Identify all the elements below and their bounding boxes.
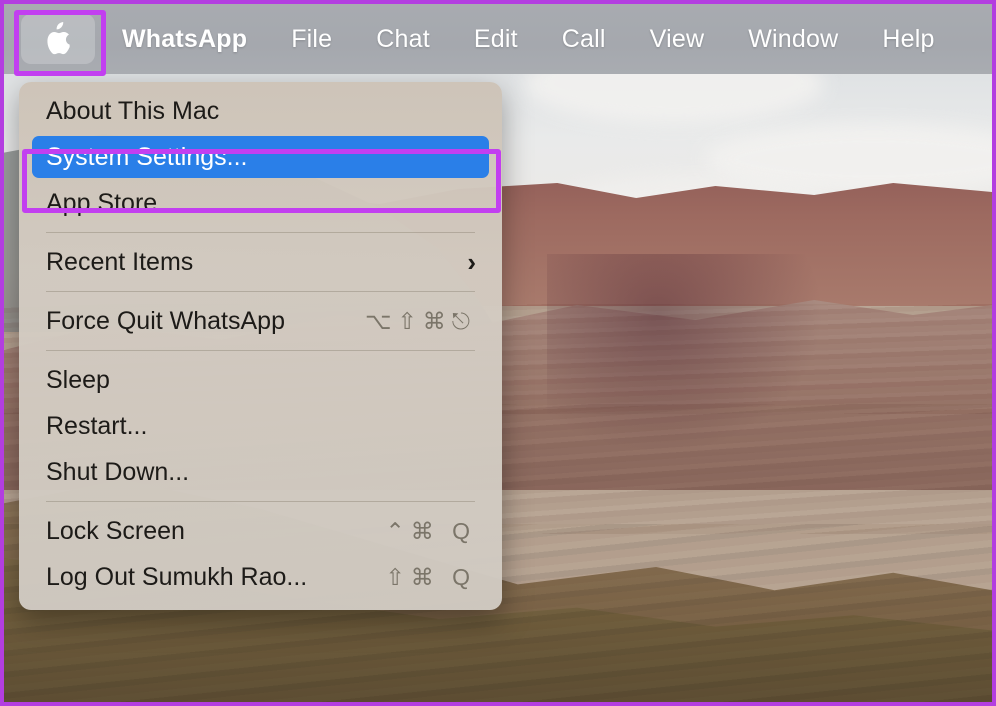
menu-item-shortcut: ⌥⇧⌘⎋ xyxy=(365,308,482,335)
apple-logo-icon xyxy=(43,22,73,56)
menu-item-system-settings[interactable]: System Settings... xyxy=(19,134,502,180)
menu-item-label: Restart... xyxy=(46,412,482,441)
menu-item-shortcut: ⇧⌘ Q xyxy=(385,564,482,591)
menu-item-label: Lock Screen xyxy=(46,517,385,546)
menu-item-recent-items[interactable]: Recent Items › xyxy=(19,239,502,285)
menu-separator xyxy=(46,501,475,502)
chevron-right-icon: › xyxy=(467,247,482,278)
apple-dropdown-menu: About This Mac System Settings... App St… xyxy=(19,82,502,610)
menu-separator xyxy=(46,291,475,292)
menu-item-shortcut: ⌃⌘ Q xyxy=(385,518,482,545)
menu-bar-item-file[interactable]: File xyxy=(269,21,354,58)
menu-bar-item-help[interactable]: Help xyxy=(860,21,956,58)
menu-item-shut-down[interactable]: Shut Down... xyxy=(19,449,502,495)
menu-item-sleep[interactable]: Sleep xyxy=(19,357,502,403)
apple-menu-active-background xyxy=(21,14,95,64)
menu-bar-item-edit[interactable]: Edit xyxy=(452,21,540,58)
menu-bar-item-call[interactable]: Call xyxy=(540,21,628,58)
menu-bar-item-view[interactable]: View xyxy=(628,21,727,58)
menu-item-log-out[interactable]: Log Out Sumukh Rao... ⇧⌘ Q xyxy=(19,554,502,600)
menu-item-label: Shut Down... xyxy=(46,458,482,487)
menu-item-restart[interactable]: Restart... xyxy=(19,403,502,449)
menu-item-label: Force Quit WhatsApp xyxy=(46,307,365,336)
menu-item-force-quit[interactable]: Force Quit WhatsApp ⌥⇧⌘⎋ xyxy=(19,298,502,344)
menu-item-label: Log Out Sumukh Rao... xyxy=(46,563,385,592)
menu-item-lock-screen[interactable]: Lock Screen ⌃⌘ Q xyxy=(19,508,502,554)
menu-bar-item-whatsapp[interactable]: WhatsApp xyxy=(110,21,269,58)
menu-item-about-this-mac[interactable]: About This Mac xyxy=(19,88,502,134)
menu-bar-item-chat[interactable]: Chat xyxy=(354,21,452,58)
apple-menu-button[interactable] xyxy=(12,8,104,70)
menu-item-selection-highlight: System Settings... xyxy=(32,136,489,178)
menu-item-label: App Store xyxy=(46,189,482,218)
menu-item-label: System Settings... xyxy=(46,143,475,172)
menu-bar-items: WhatsApp File Chat Edit Call View Window… xyxy=(110,21,957,58)
menu-item-label: Recent Items xyxy=(46,248,467,277)
wallpaper-shadow xyxy=(547,254,824,454)
menu-item-app-store[interactable]: App Store xyxy=(19,180,502,226)
screenshot-frame: WhatsApp File Chat Edit Call View Window… xyxy=(0,0,996,706)
menu-bar-item-window[interactable]: Window xyxy=(726,21,860,58)
menu-item-label: Sleep xyxy=(46,366,482,395)
menu-separator xyxy=(46,350,475,351)
menu-item-label: About This Mac xyxy=(46,97,482,126)
menu-separator xyxy=(46,232,475,233)
menu-bar: WhatsApp File Chat Edit Call View Window… xyxy=(4,4,992,74)
